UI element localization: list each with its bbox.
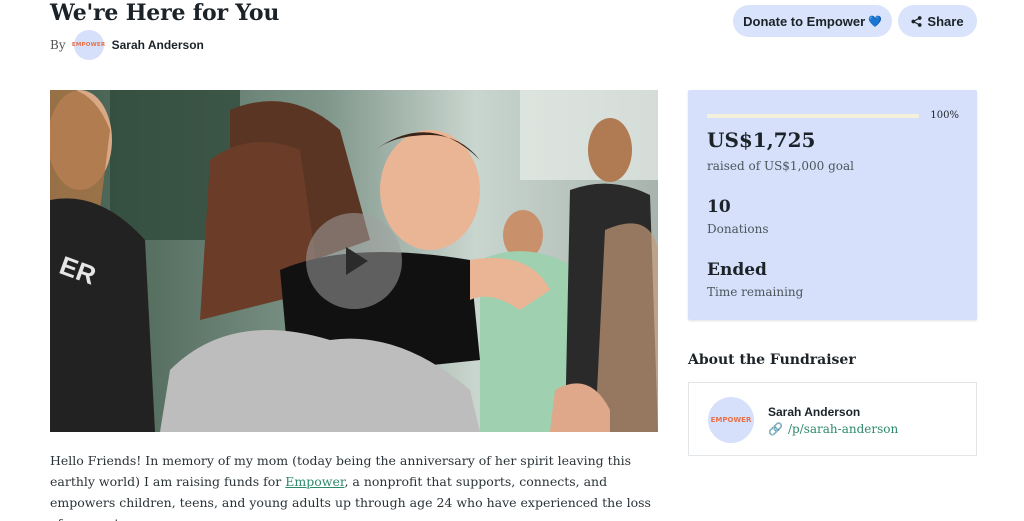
page-title: We're Here for You [50, 0, 280, 26]
goal-text: raised of US$1,000 goal [707, 159, 854, 173]
donations-count: 10 [707, 197, 731, 217]
heart-icon: 💙 [868, 15, 882, 28]
progress-bar [707, 114, 919, 118]
fundraiser-description: Hello Friends! In memory of my mom (toda… [50, 450, 660, 521]
progress-percent: 100% [930, 110, 959, 121]
share-button[interactable]: Share [898, 5, 977, 37]
organizer-name[interactable]: Sarah Anderson [768, 405, 860, 419]
video-player[interactable]: ER [50, 90, 658, 432]
play-button[interactable] [306, 213, 402, 309]
raised-amount: US$1,725 [707, 128, 816, 152]
fundraising-stats-card: 100% US$1,725 raised of US$1,000 goal 10… [688, 90, 977, 320]
profile-link-text[interactable]: /p/sarah-anderson [788, 422, 898, 436]
share-button-label: Share [927, 13, 964, 29]
link-icon: 🔗 [768, 422, 783, 436]
author-name[interactable]: Sarah Anderson [112, 38, 204, 52]
donate-button[interactable]: Donate to Empower 💙 [733, 5, 892, 37]
by-label: By [50, 38, 66, 52]
time-remaining-value: Ended [707, 260, 767, 280]
progress-fill [707, 114, 919, 118]
organizer-avatar[interactable]: EMPOWER [708, 397, 754, 443]
donate-button-label: Donate to Empower [743, 13, 866, 29]
share-icon [911, 15, 922, 27]
about-heading: About the Fundraiser [688, 352, 856, 368]
time-remaining-label: Time remaining [707, 285, 804, 299]
byline: By EMPOWER Sarah Anderson [50, 30, 204, 60]
donations-label: Donations [707, 222, 769, 236]
empower-link[interactable]: Empower [285, 474, 344, 489]
play-icon [346, 247, 368, 275]
organizer-card[interactable]: EMPOWER Sarah Anderson 🔗 /p/sarah-anders… [688, 382, 977, 456]
author-avatar[interactable]: EMPOWER [72, 30, 105, 60]
organizer-profile-link[interactable]: 🔗 /p/sarah-anderson [768, 422, 898, 436]
